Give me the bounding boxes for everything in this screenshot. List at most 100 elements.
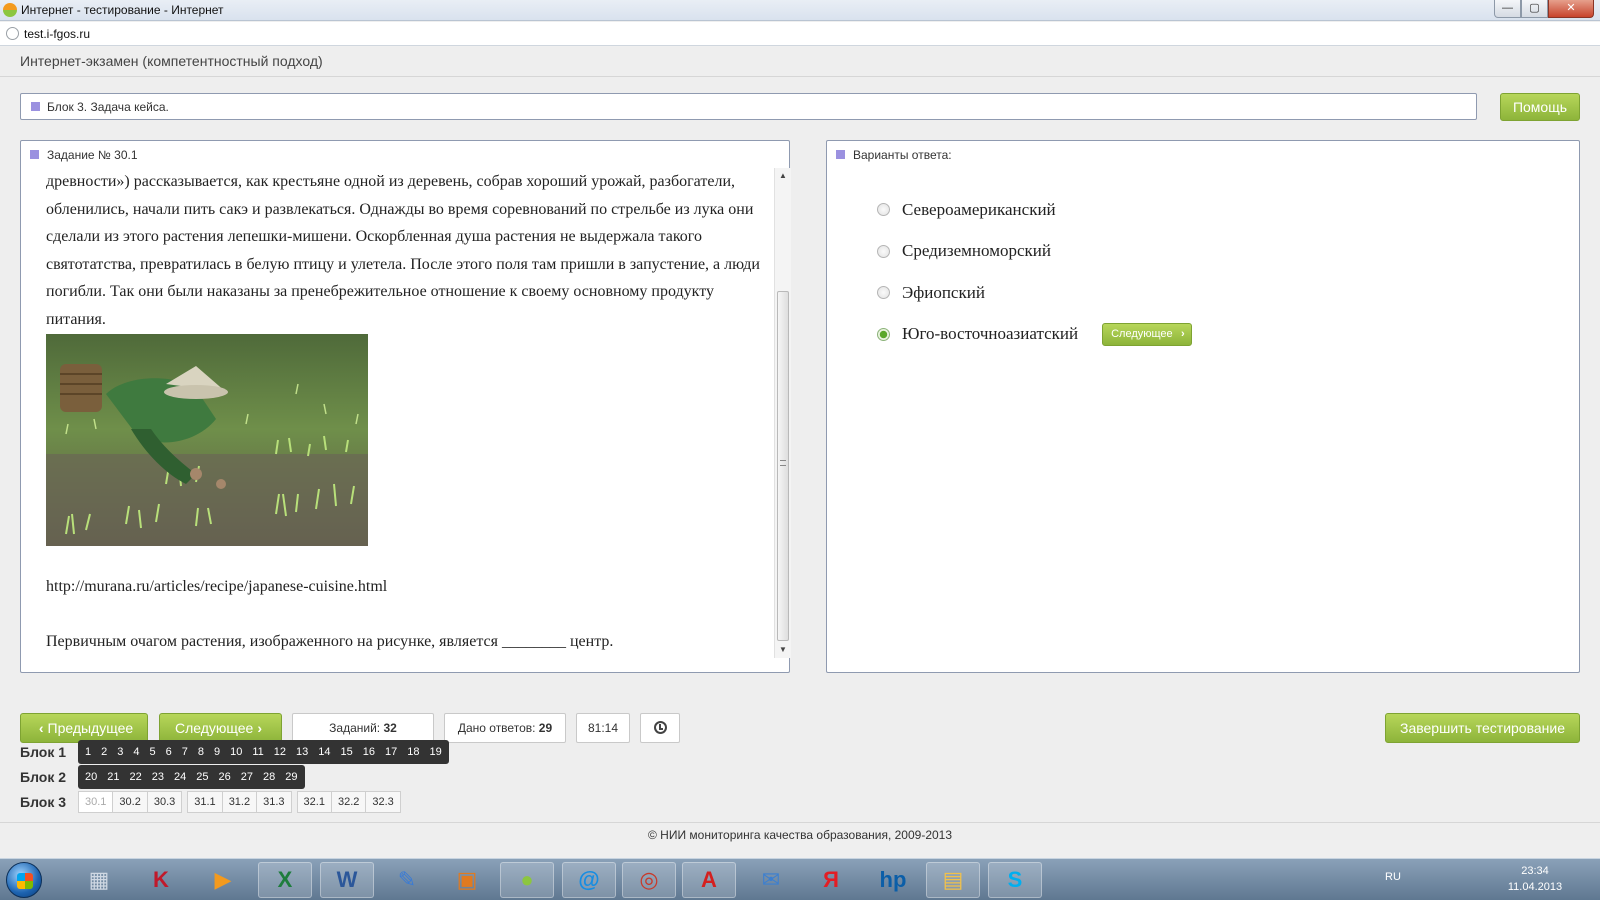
close-button[interactable]: ✕ [1548, 0, 1594, 18]
question-number-button[interactable]: 28 [260, 771, 278, 783]
question-number-button[interactable]: 3 [114, 746, 126, 758]
question-number-button[interactable]: 15 [338, 746, 356, 758]
next-inline-label: Следующее [1111, 327, 1173, 340]
question-number-button[interactable]: 10 [227, 746, 245, 758]
mail-ru-icon[interactable]: @ [562, 862, 616, 898]
media-player-icon[interactable]: ▶ [196, 862, 250, 898]
question-number-button[interactable]: 5 [147, 746, 159, 758]
question-number-button[interactable]: 30.2 [112, 791, 148, 813]
answer-option-selected[interactable]: Юго-восточноазиатский Следующее › [877, 314, 1192, 356]
question-number-button[interactable]: 6 [163, 746, 175, 758]
question-number-button[interactable]: 31.3 [256, 791, 292, 813]
drawing-icon[interactable]: ✎ [380, 862, 434, 898]
radio-button-checked[interactable] [877, 327, 890, 341]
language-indicator[interactable]: RU [1385, 871, 1401, 883]
task-question: Первичным очагом растения, изображенного… [46, 632, 614, 650]
question-number-button[interactable]: 31.1 [187, 791, 223, 813]
question-number-button[interactable]: 4 [130, 746, 142, 758]
answer-option[interactable]: Средиземноморский [877, 231, 1192, 273]
question-number-button[interactable]: 12 [271, 746, 289, 758]
question-number-button[interactable]: 32.2 [330, 791, 367, 813]
question-number-button[interactable]: 17 [382, 746, 400, 758]
question-number-button[interactable]: 26 [216, 771, 234, 783]
question-number-group: 32.1 32.2 32.3 [296, 791, 401, 813]
question-number-button[interactable]: 14 [315, 746, 333, 758]
question-number-button[interactable]: 20 [82, 771, 100, 783]
window-titlebar: Интернет - тестирование - Интернет — ▢ ✕ [0, 0, 1600, 21]
radio-button[interactable] [877, 244, 890, 258]
block-label: Блок 2 [20, 769, 67, 785]
question-number-button[interactable]: 19 [427, 746, 445, 758]
answer-option[interactable]: Эфиопский [877, 272, 1192, 314]
question-number-button[interactable]: 30.3 [146, 791, 183, 813]
answered-count: 29 [538, 721, 553, 735]
question-number-button[interactable]: 23 [149, 771, 167, 783]
start-button[interactable] [6, 862, 42, 898]
scroll-down-arrow-icon[interactable]: ▼ [775, 642, 791, 658]
question-number-button[interactable]: 21 [104, 771, 122, 783]
question-number-button[interactable]: 27 [238, 771, 256, 783]
question-number-button[interactable]: 16 [360, 746, 378, 758]
answer-option[interactable]: Североамериканский [877, 189, 1192, 231]
tasks-count: 32 [383, 721, 397, 735]
minimize-button[interactable]: — [1494, 0, 1521, 18]
chevron-right-icon: › [1180, 327, 1185, 340]
radio-button[interactable] [877, 203, 890, 217]
question-number-button[interactable]: 13 [293, 746, 311, 758]
hp-icon[interactable]: hp [866, 862, 920, 898]
finish-test-button[interactable]: Завершить тестирование [1385, 713, 1580, 743]
scrollbar-thumb[interactable] [777, 291, 789, 641]
radio-button[interactable] [877, 286, 890, 300]
task-paragraph: древности») рассказывается, как крестьян… [46, 173, 760, 328]
kaspersky-icon[interactable]: K [134, 862, 188, 898]
task-scrollbar[interactable]: ▲ ▼ [774, 168, 791, 658]
browser-icon[interactable]: ● [500, 862, 554, 898]
question-number-button[interactable]: 18 [404, 746, 422, 758]
question-number-button[interactable]: 25 [193, 771, 211, 783]
source-link[interactable]: http://murana.ru/articles/recipe/japanes… [46, 573, 766, 601]
next-inline-button[interactable]: Следующее › [1102, 322, 1192, 346]
next-button[interactable]: Следующее › [159, 713, 282, 743]
acrobat-icon[interactable]: A [682, 862, 736, 898]
question-number-button[interactable]: 1 [82, 746, 94, 758]
block-1-numbers: 1 2 3 4 5 6 7 8 9 10 11 12 13 14 15 16 17 18 19 [78, 740, 449, 764]
previous-button[interactable]: ‹ Предыдущее [20, 713, 148, 743]
maximize-button[interactable]: ▢ [1521, 0, 1548, 18]
question-number-button[interactable]: 22 [127, 771, 145, 783]
marker-icon [836, 150, 845, 159]
word-icon[interactable]: W [320, 862, 374, 898]
marker-icon [31, 102, 40, 111]
excel-icon[interactable]: X [258, 862, 312, 898]
question-number-button[interactable]: 8 [195, 746, 207, 758]
task-content[interactable]: древности») рассказывается, как крестьян… [46, 168, 766, 656]
question-number-button[interactable]: 9 [211, 746, 223, 758]
window-controls: — ▢ ✕ [1494, 0, 1594, 18]
yandex-icon[interactable]: Я [804, 862, 858, 898]
question-number-button[interactable]: 32.1 [296, 791, 332, 813]
task-heading: Задание № 30.1 [30, 148, 138, 162]
answers-panel: Варианты ответа: Североамериканский Сред… [826, 140, 1580, 673]
tasks-count-box: Заданий: 32 [292, 713, 434, 743]
url-text[interactable]: test.i-fgos.ru [24, 27, 90, 41]
explorer-icon[interactable]: ▤ [926, 862, 980, 898]
system-clock[interactable]: 23:34 11.04.2013 [1500, 863, 1570, 895]
question-number-group: 30.1 30.2 30.3 [78, 791, 183, 813]
question-number-button[interactable]: 7 [179, 746, 191, 758]
question-number-button[interactable]: 11 [249, 746, 266, 758]
scroll-up-arrow-icon[interactable]: ▲ [775, 168, 791, 184]
gallery-icon[interactable]: ▣ [440, 862, 494, 898]
question-number-button[interactable]: 32.3 [365, 791, 401, 813]
help-button[interactable]: Помощь [1500, 93, 1580, 121]
cd-burner-icon[interactable]: ◎ [622, 862, 676, 898]
mail-icon[interactable]: ✉ [744, 862, 798, 898]
block-1-row: Блок 1 1 2 3 4 5 6 7 8 9 10 11 12 13 14 15 16 17 18 19 [20, 740, 449, 764]
question-number-button[interactable]: 24 [171, 771, 189, 783]
calculator-icon[interactable]: ▦ [72, 862, 126, 898]
question-number-button[interactable]: 31.2 [221, 791, 258, 813]
question-number-button[interactable]: 2 [98, 746, 110, 758]
clock-button[interactable] [640, 713, 680, 743]
skype-icon[interactable]: S [988, 862, 1042, 898]
question-number-button[interactable]: 29 [282, 771, 300, 783]
question-number-button-current[interactable]: 30.1 [78, 791, 114, 813]
